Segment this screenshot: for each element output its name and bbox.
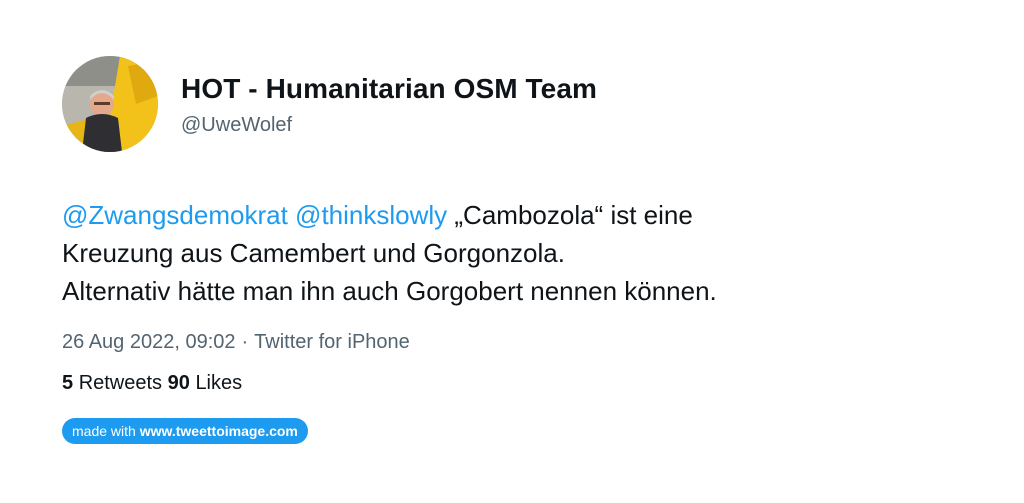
badge-prefix: made with xyxy=(72,423,136,439)
retweets-label[interactable]: Retweets xyxy=(79,372,162,394)
likes-count[interactable]: 90 xyxy=(168,372,190,394)
badge-site-link[interactable]: www.tweettoimage.com xyxy=(140,423,298,439)
tweet-card: HOT - Humanitarian OSM Team @UweWolef @Z… xyxy=(0,0,1024,503)
tweet-text-fragment: „Cambozola“ ist eine xyxy=(454,200,693,230)
mention-link[interactable]: @thinkslowly xyxy=(295,200,447,230)
user-photo-icon xyxy=(62,56,158,152)
tweet-source: Twitter for iPhone xyxy=(254,331,410,353)
tweet-line-2: Kreuzung aus Camembert und Gorgonzola. xyxy=(62,238,565,268)
likes-label[interactable]: Likes xyxy=(195,372,242,394)
tweet-timestamp[interactable]: 26 Aug 2022, 09:02 xyxy=(62,331,236,353)
tweet-line-3: Alternativ hätte man ihn auch Gorgobert … xyxy=(62,276,717,306)
tweet-text: @Zwangsdemokrat @thinkslowly „Cambozola“… xyxy=(62,196,962,310)
author-handle[interactable]: @UweWolef xyxy=(181,114,292,137)
tweet-stats: 5 Retweets 90 Likes xyxy=(62,372,242,395)
tweet-meta: 26 Aug 2022, 09:02 · Twitter for iPhone xyxy=(62,331,410,354)
tweet-line-1: @Zwangsdemokrat @thinkslowly „Cambozola“… xyxy=(62,196,962,234)
retweets-count[interactable]: 5 xyxy=(62,372,73,394)
mention-link[interactable]: @Zwangsdemokrat xyxy=(62,200,288,230)
meta-separator: · xyxy=(241,331,249,353)
author-avatar[interactable] xyxy=(62,56,158,152)
author-display-name[interactable]: HOT - Humanitarian OSM Team xyxy=(181,73,597,105)
made-with-badge[interactable]: made with www.tweettoimage.com xyxy=(62,418,308,444)
